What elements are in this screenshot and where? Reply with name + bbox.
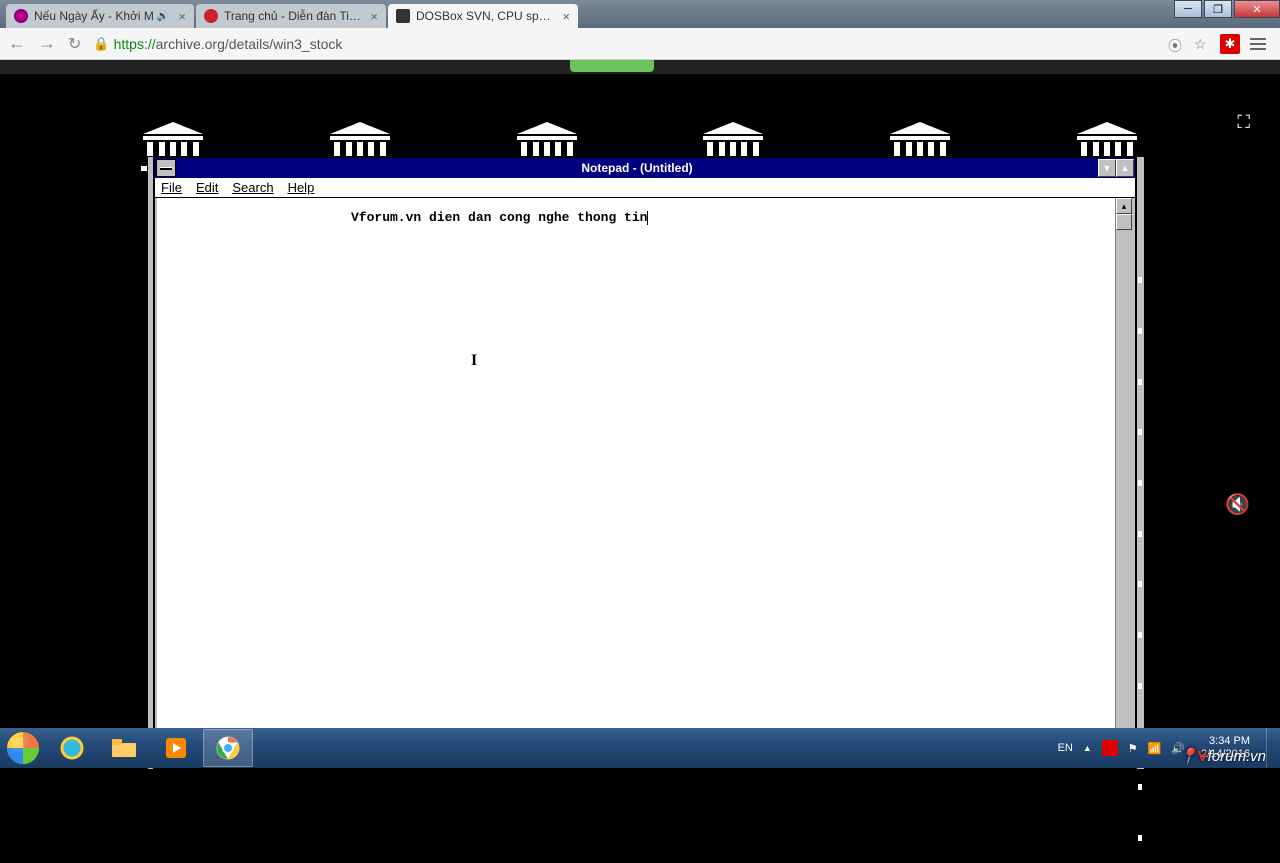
- url-protocol: https://: [114, 36, 156, 52]
- avira-extension-icon[interactable]: ✱: [1220, 34, 1240, 54]
- system-menu-icon[interactable]: [156, 159, 176, 177]
- watermark: 📍Vforum.vn: [1179, 747, 1266, 765]
- notepad-menubar: File Edit Search Help: [155, 178, 1135, 198]
- tab-close-icon[interactable]: ×: [556, 9, 570, 24]
- tab-close-icon[interactable]: ×: [364, 9, 378, 24]
- tray-expand-icon[interactable]: ▲: [1083, 743, 1092, 753]
- tab-title: Nếu Ngày Ấy - Khởi M: [34, 9, 154, 23]
- tray-avira-icon[interactable]: [1102, 740, 1118, 756]
- tab-1[interactable]: Nếu Ngày Ấy - Khởi M 🔊 ×: [6, 4, 194, 28]
- menu-edit[interactable]: Edit: [196, 180, 218, 195]
- bookmark-icon[interactable]: ☆: [1194, 36, 1210, 52]
- notepad-titlebar[interactable]: Notepad - (Untitled) ▼ ▲: [155, 158, 1135, 178]
- toolbar-right: ⦿ ☆ ✱: [1168, 34, 1266, 54]
- notepad-window: Notepad - (Untitled) ▼ ▲ File Edit Searc…: [153, 156, 1137, 770]
- menu-icon[interactable]: [1250, 38, 1266, 50]
- tray-action-center-icon[interactable]: ⚑: [1128, 742, 1138, 755]
- address-bar: ← → ↻ 🔒 https://archive.org/details/win3…: [0, 28, 1280, 60]
- taskbar-explorer[interactable]: [99, 729, 149, 767]
- tab-favicon: [14, 9, 28, 23]
- menu-help[interactable]: Help: [288, 180, 315, 195]
- notepad-title-text: Notepad - (Untitled): [177, 161, 1097, 175]
- translate-icon[interactable]: ⦿: [1168, 36, 1184, 52]
- audio-icon: 🔊: [154, 11, 172, 22]
- reload-button[interactable]: ↻: [68, 34, 81, 54]
- menu-search[interactable]: Search: [232, 180, 273, 195]
- archive-donate-tab[interactable]: [570, 60, 654, 72]
- start-button[interactable]: [0, 728, 46, 768]
- url-path: archive.org/details/win3_stock: [156, 36, 343, 52]
- tab-title: Trang chủ - Diễn đàn Tin h: [224, 9, 364, 23]
- page-content: ⛶ 🔇 Notepad - (Untitled) ▼ ▲ File Edit S…: [0, 60, 1280, 722]
- url-field[interactable]: 🔒 https://archive.org/details/win3_stock: [93, 36, 1156, 52]
- tab-favicon: [204, 9, 218, 23]
- mute-icon[interactable]: 🔇: [1225, 492, 1250, 517]
- scroll-up-icon[interactable]: ▴: [1116, 198, 1132, 214]
- menu-file[interactable]: File: [161, 180, 182, 195]
- tab-2[interactable]: Trang chủ - Diễn đàn Tin h ×: [196, 4, 386, 28]
- tab-3-active[interactable]: DOSBox SVN, CPU speed: ×: [388, 4, 578, 28]
- fullscreen-icon[interactable]: ⛶: [1237, 112, 1250, 133]
- window-controls: ─ ❐ ✕: [1172, 0, 1280, 20]
- notepad-text-area[interactable]: Vforum.vn dien dan cong nghe thong tin I: [157, 198, 1115, 766]
- show-desktop-button[interactable]: [1266, 728, 1276, 768]
- notepad-content: Vforum.vn dien dan cong nghe thong tin: [351, 210, 647, 225]
- vertical-scrollbar[interactable]: ▴ ▾: [1115, 198, 1133, 766]
- maximize-icon[interactable]: ▲: [1116, 159, 1134, 177]
- browser-window: Nếu Ngày Ấy - Khởi M 🔊 × Trang chủ - Diễ…: [0, 0, 1280, 722]
- language-indicator[interactable]: EN: [1058, 742, 1073, 754]
- start-orb-icon: [6, 731, 40, 765]
- scroll-thumb[interactable]: [1116, 214, 1132, 230]
- taskbar-mediaplayer[interactable]: [151, 729, 201, 767]
- taskbar-chrome-active[interactable]: [203, 729, 253, 767]
- tab-favicon: [396, 9, 410, 23]
- back-button[interactable]: ←: [8, 33, 26, 54]
- maximize-button[interactable]: ❐: [1204, 0, 1232, 18]
- tray-network-icon[interactable]: 📶: [1148, 742, 1162, 755]
- taskbar-ie[interactable]: [47, 729, 97, 767]
- minimize-button[interactable]: ─: [1174, 0, 1202, 18]
- windows-taskbar: EN ▲ ⚑ 📶 🔊 3:34 PM 2/14/2016: [0, 728, 1280, 768]
- text-caret: [647, 211, 648, 225]
- close-button[interactable]: ✕: [1234, 0, 1280, 18]
- minimize-icon[interactable]: ▼: [1098, 159, 1116, 177]
- tab-strip: Nếu Ngày Ấy - Khởi M 🔊 × Trang chủ - Diễ…: [0, 0, 1280, 28]
- win31-frame-right: [1137, 156, 1145, 770]
- tab-title: DOSBox SVN, CPU speed:: [416, 9, 556, 23]
- cursor-ibeam: I: [471, 352, 477, 370]
- forward-button[interactable]: →: [38, 33, 56, 54]
- lock-icon: 🔒: [93, 36, 109, 52]
- tab-close-icon[interactable]: ×: [172, 9, 186, 24]
